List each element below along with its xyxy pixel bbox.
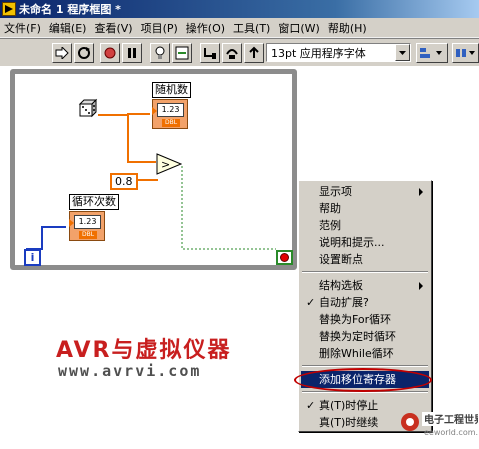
menu-item-label: 帮助 (319, 202, 341, 215)
menu-item-breakpoint[interactable]: 设置断点 (301, 251, 429, 268)
iteration-terminal[interactable]: i (24, 249, 41, 266)
font-select-value: 13pt 应用程序字体 (271, 46, 366, 60)
menu-bar: 文件(F) 编辑(E) 查看(V) 项目(P) 操作(O) 工具(T) 窗口(W… (0, 18, 479, 38)
pause-icon (126, 47, 138, 59)
menu-item-help[interactable]: 帮助 (301, 200, 429, 217)
menu-operate[interactable]: 操作(O) (182, 20, 229, 36)
abort-button[interactable] (100, 43, 120, 63)
dice-icon[interactable] (78, 98, 98, 120)
greater-than-node[interactable]: > (156, 153, 183, 175)
font-select[interactable]: 13pt 应用程序字体 (266, 43, 411, 62)
menu-item-replace-for-loop[interactable]: 替换为For循环 (301, 311, 429, 328)
run-arrow-icon (55, 47, 69, 59)
submenu-arrow-icon (419, 188, 423, 196)
random-indicator-value: 1.23 (157, 103, 184, 117)
constant-0-8[interactable]: 0.8 (110, 173, 138, 190)
menu-view[interactable]: 查看(V) (90, 20, 136, 36)
svg-text:>: > (161, 158, 170, 171)
stop-terminal[interactable] (276, 250, 293, 265)
run-continuous-button[interactable] (74, 43, 94, 63)
menu-item-label: 结构选板 (319, 279, 363, 292)
highlight-execution-button[interactable] (150, 43, 170, 63)
distribute-icon (455, 47, 477, 59)
highlight-execution-icon (154, 46, 166, 60)
menu-item-replace-timed-loop[interactable]: 替换为定时循环 (301, 328, 429, 345)
retain-wire-values-button[interactable] (172, 43, 192, 63)
step-over-button[interactable] (222, 43, 242, 63)
menu-item-label: 说明和提示... (319, 236, 385, 249)
menu-item-remove-while-loop[interactable]: 删除While循环 (301, 345, 429, 362)
step-into-button[interactable] (200, 43, 220, 63)
context-menu: 显示项 帮助 范例 说明和提示... 设置断点 结构选板 ✓ 自动扩展? 替换为… (298, 180, 432, 432)
title-bar: 未命名 1 程序框图 * (0, 0, 479, 18)
iteration-indicator[interactable]: 1.23 DBL (69, 211, 105, 241)
menu-project[interactable]: 项目(P) (137, 20, 182, 36)
menu-item-show-items[interactable]: 显示项 (301, 183, 429, 200)
wire-iteration-to-indicator (26, 226, 66, 250)
menu-edit[interactable]: 编辑(E) (45, 20, 91, 36)
random-indicator[interactable]: 1.23 DBL (152, 99, 188, 129)
submenu-arrow-icon (419, 282, 423, 290)
menu-file[interactable]: 文件(F) (0, 20, 45, 36)
wire-random-to-indicator (98, 113, 150, 116)
run-button[interactable] (52, 43, 72, 63)
iteration-indicator-label[interactable]: 循环次数 (69, 194, 119, 210)
menu-separator (302, 365, 428, 367)
random-indicator-label[interactable]: 随机数 (152, 82, 191, 98)
toolbar: 13pt 应用程序字体 (0, 38, 479, 66)
menu-window[interactable]: 窗口(W) (274, 20, 323, 36)
menu-item-label: 真(T)时停止 (319, 399, 379, 412)
random-indicator-type: DBL (162, 119, 180, 127)
watermark-url: www.avrvi.com (58, 362, 202, 380)
menu-item-structures-palette[interactable]: 结构选板 (301, 277, 429, 294)
align-objects-button[interactable] (416, 43, 448, 63)
highlight-ellipse (294, 368, 432, 392)
menu-item-label: 自动扩展? (319, 296, 369, 309)
svg-text:电子工程世界: 电子工程世界 (424, 413, 478, 426)
step-into-icon (203, 46, 217, 60)
run-continuous-icon (77, 46, 91, 60)
menu-item-label: 真(T)时继续 (319, 416, 379, 429)
menu-help[interactable]: 帮助(H) (324, 20, 371, 36)
menu-item-label: 替换为For循环 (319, 313, 392, 326)
abort-icon (104, 47, 116, 59)
iteration-indicator-type: DBL (79, 231, 97, 239)
menu-item-label: 显示项 (319, 185, 352, 198)
svg-text:eeworld.com.cn: eeworld.com.cn (424, 428, 478, 437)
window-title: 未命名 1 程序框图 * (19, 3, 121, 16)
step-out-icon (247, 46, 261, 60)
checkmark-icon: ✓ (306, 399, 316, 412)
chevron-down-icon (395, 44, 410, 61)
menu-item-description[interactable]: 说明和提示... (301, 234, 429, 251)
menu-item-label: 设置断点 (319, 253, 363, 266)
labview-app-icon (2, 2, 16, 16)
wire-constant-to-compare (134, 179, 158, 181)
step-out-button[interactable] (244, 43, 264, 63)
watermark-title: AVR与虚拟仪器 (56, 338, 232, 363)
menu-item-examples[interactable]: 范例 (301, 217, 429, 234)
menu-item-label: 范例 (319, 219, 341, 232)
menu-item-label: 替换为定时循环 (319, 330, 396, 343)
step-over-icon (225, 46, 239, 60)
pause-button[interactable] (122, 43, 142, 63)
retain-wire-values-icon (175, 46, 189, 60)
distribute-objects-button[interactable] (452, 43, 479, 63)
wire-compare-to-stop (181, 166, 276, 250)
menu-item-label: 删除While循环 (319, 347, 394, 360)
checkmark-icon: ✓ (306, 296, 316, 309)
menu-tools[interactable]: 工具(T) (229, 20, 274, 36)
menu-separator (302, 271, 428, 273)
stop-icon (280, 253, 289, 262)
align-icon (419, 47, 445, 59)
iteration-indicator-value: 1.23 (74, 215, 101, 229)
eeworld-logo: 电子工程世界 eeworld.com.cn (398, 408, 479, 446)
menu-item-auto-grow[interactable]: ✓ 自动扩展? (301, 294, 429, 311)
